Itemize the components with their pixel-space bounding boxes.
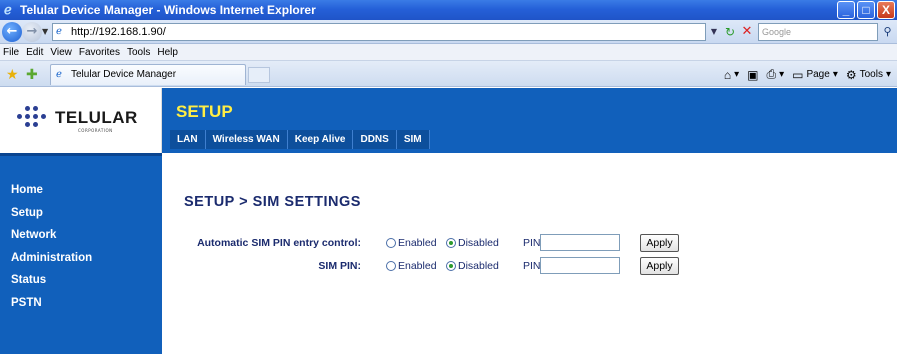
- sidebar-item-administration[interactable]: Administration: [0, 247, 162, 270]
- main-content: SETUP > SIM SETTINGS Automatic SIM PIN e…: [162, 153, 897, 354]
- sub-navigation: LAN Wireless WAN Keep Alive DDNS SIM: [170, 130, 430, 149]
- pin-input[interactable]: [540, 257, 620, 274]
- tab-bar: ★ ✚ ℯ Telular Device Manager ⌂ ▾ ▣ ⎙ ▾ ▭ Pa…: [0, 61, 897, 87]
- page-icon: ▭: [792, 67, 804, 82]
- header: SETUP LAN Wireless WAN Keep Alive DDNS S…: [162, 88, 897, 153]
- sidebar: Home Setup Network Administration Status…: [0, 153, 162, 354]
- subnav-lan[interactable]: LAN: [170, 130, 206, 149]
- page-icon: ℯ: [56, 69, 62, 80]
- sim-pin-control-row: Automatic SIM PIN entry control: Enabled…: [162, 233, 897, 253]
- sidebar-item-home[interactable]: Home: [0, 179, 162, 202]
- subnav-wireless-wan[interactable]: Wireless WAN: [205, 130, 288, 149]
- command-bar: ⌂ ▾ ▣ ⎙ ▾ ▭ Page ▾ ⚙ Tools ▾: [724, 67, 891, 82]
- disabled-radio[interactable]: [446, 238, 456, 248]
- sim-pin-row: SIM PIN: Enabled Disabled PIN: Apply: [162, 256, 897, 276]
- row-label: SIM PIN:: [318, 260, 361, 272]
- enabled-radio[interactable]: [386, 238, 396, 248]
- subnav-keep-alive[interactable]: Keep Alive: [287, 130, 354, 149]
- tools-menu-button[interactable]: ⚙ Tools ▾: [846, 68, 891, 82]
- subnav-sim[interactable]: SIM: [396, 130, 430, 149]
- menu-tools[interactable]: Tools: [127, 44, 150, 60]
- menu-bar: File Edit View Favorites Tools Help: [0, 44, 897, 61]
- home-icon: ⌂: [723, 67, 732, 82]
- feeds-icon: ▣: [747, 67, 759, 82]
- favorites-star-icon[interactable]: ★: [6, 66, 19, 83]
- page-menu-label: Page: [806, 69, 830, 80]
- menu-help[interactable]: Help: [157, 44, 178, 60]
- add-favorites-icon[interactable]: ✚: [26, 66, 38, 83]
- disabled-label: Disabled: [458, 260, 499, 272]
- page-title: SETUP > SIM SETTINGS: [184, 194, 361, 210]
- sidebar-item-pstn[interactable]: PSTN: [0, 292, 162, 315]
- maximize-button[interactable]: □: [857, 1, 875, 19]
- page-menu-button[interactable]: ▭ Page ▾: [792, 68, 838, 82]
- window-title-bar: ℯ Telular Device Manager - Windows Inter…: [0, 0, 897, 20]
- disabled-radio[interactable]: [446, 261, 456, 271]
- apply-button[interactable]: Apply: [640, 257, 679, 275]
- logo-name: TELULAR: [55, 108, 138, 127]
- print-button[interactable]: ⎙ ▾: [766, 67, 784, 82]
- stop-icon[interactable]: ✕: [740, 24, 754, 40]
- apply-button[interactable]: Apply: [640, 234, 679, 252]
- enabled-label: Enabled: [398, 260, 437, 272]
- refresh-icon[interactable]: ↻: [723, 24, 737, 40]
- row-label: Automatic SIM PIN entry control:: [197, 237, 361, 249]
- new-tab-button[interactable]: [248, 67, 270, 83]
- menu-file[interactable]: File: [3, 44, 19, 60]
- subnav-ddns[interactable]: DDNS: [353, 130, 397, 149]
- close-button[interactable]: X: [877, 1, 895, 19]
- minimize-button[interactable]: _: [837, 1, 855, 19]
- enabled-label: Enabled: [398, 237, 437, 249]
- back-button[interactable]: ←: [2, 22, 22, 42]
- logo-sub: CORPORATION: [78, 128, 113, 133]
- tab-title: Telular Device Manager: [71, 69, 177, 80]
- sidebar-item-network[interactable]: Network: [0, 224, 162, 247]
- history-dropdown-icon[interactable]: ▼: [42, 27, 48, 36]
- web-page: TELULAR CORPORATION SETUP LAN Wireless W…: [0, 88, 897, 354]
- search-input[interactable]: Google: [758, 23, 878, 41]
- pin-input[interactable]: [540, 234, 620, 251]
- window-title: Telular Device Manager - Windows Interne…: [20, 3, 316, 17]
- menu-edit[interactable]: Edit: [26, 44, 43, 60]
- disabled-label: Disabled: [458, 237, 499, 249]
- tab-telular[interactable]: ℯ Telular Device Manager: [50, 64, 246, 85]
- tools-menu-label: Tools: [859, 69, 883, 80]
- logo: TELULAR CORPORATION: [0, 88, 162, 153]
- menu-view[interactable]: View: [50, 44, 72, 60]
- forward-button[interactable]: →: [22, 22, 42, 42]
- telular-logo-icon: [17, 106, 52, 136]
- search-icon[interactable]: ⚲: [878, 23, 897, 41]
- sidebar-item-status[interactable]: Status: [0, 269, 162, 292]
- menu-favorites[interactable]: Favorites: [79, 44, 120, 60]
- feeds-button[interactable]: ▣: [747, 68, 758, 82]
- sidebar-item-setup[interactable]: Setup: [0, 202, 162, 225]
- address-toolbar: ← → ▼ ℯ http://192.168.1.90/ ▼ ↻ ✕ Googl…: [0, 20, 897, 44]
- address-dropdown-icon[interactable]: ▼: [707, 24, 721, 40]
- print-icon: ⎙: [766, 67, 777, 81]
- window-controls: _ □ X: [837, 1, 895, 19]
- ie-logo-icon: ℯ: [4, 2, 12, 17]
- enabled-radio[interactable]: [386, 261, 396, 271]
- address-url: http://192.168.1.90/: [71, 26, 166, 38]
- home-button[interactable]: ⌂ ▾: [724, 68, 739, 82]
- section-title: SETUP: [176, 102, 233, 121]
- address-input[interactable]: ℯ http://192.168.1.90/: [52, 23, 706, 41]
- page-icon: ℯ: [56, 26, 62, 37]
- gear-icon: ⚙: [845, 67, 857, 82]
